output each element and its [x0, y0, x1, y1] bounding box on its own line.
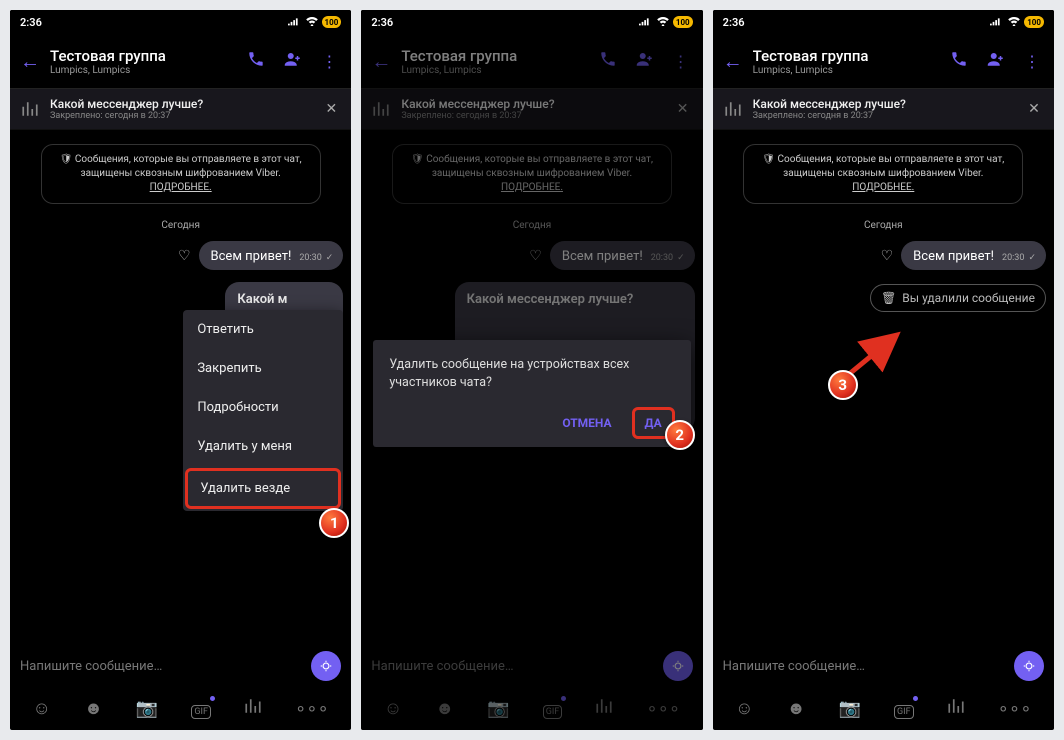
compose-input[interactable]: Напишите сообщение… — [20, 659, 301, 674]
message-time: 20:30 — [299, 253, 321, 263]
callout-3: 3 — [828, 370, 858, 400]
compose-input[interactable]: Напишите сообщение… — [723, 659, 1004, 674]
chat-header: ← Тестовая группа Lumpics, Lumpics ⋮ — [10, 34, 351, 88]
status-right: 100 — [288, 16, 342, 29]
tool-bar: ☺ ☻ 📷 GIF ∘∘∘ — [10, 686, 351, 730]
trash-icon: 🗑 — [881, 291, 896, 305]
encryption-banner[interactable]: 🛡 Сообщения, которые вы отправляете в эт… — [41, 144, 321, 204]
pinned-bar[interactable]: Какой мессенджер лучше? Закреплено: сего… — [10, 88, 351, 130]
poll-icon — [723, 99, 743, 119]
close-icon[interactable]: ✕ — [321, 101, 341, 117]
poll-title: Какой м — [237, 292, 331, 307]
compose-bar: Напишите сообщение… — [10, 646, 351, 686]
pinned-meta: Закреплено: сегодня в 20:37 — [50, 111, 311, 121]
phone-screen-1: 2:36 100 ← Тестовая группа Lumpics, Lump… — [10, 10, 351, 730]
tool-bar: ☺ ☻ 📷 GIF ∘∘∘ — [713, 686, 1054, 730]
message-bubble[interactable]: Всем привет! 20:30 ✓ — [199, 241, 344, 270]
heart-icon[interactable]: ♡ — [178, 248, 191, 264]
poll-tool-icon[interactable] — [947, 697, 965, 720]
more-tools-icon[interactable]: ∘∘∘ — [295, 698, 329, 719]
check-icon: ✓ — [326, 253, 334, 263]
more-icon[interactable]: ⋮ — [321, 52, 337, 71]
camera-icon[interactable]: 📷 — [136, 698, 158, 719]
dialog-cancel-button[interactable]: ОТМЕНА — [552, 410, 621, 436]
chat-header: ← Тестовая группа Lumpics, Lumpics ⋮ — [713, 34, 1054, 88]
message-row: ♡ Всем привет! 20:30 ✓ — [18, 241, 343, 270]
voice-send-button[interactable] — [1014, 651, 1044, 681]
dialog-text: Удалить сообщение на устройствах всех уч… — [389, 356, 674, 391]
message-text: Всем привет! — [211, 249, 292, 264]
context-menu: Ответить Закрепить Подробности Удалить у… — [183, 310, 343, 511]
status-bar: 2:36 100 — [10, 10, 351, 34]
callout-2: 2 — [665, 420, 695, 450]
menu-pin[interactable]: Закрепить — [183, 349, 343, 388]
wifi-icon — [305, 16, 319, 29]
menu-delete-me[interactable]: Удалить у меня — [183, 427, 343, 466]
gif-icon[interactable]: GIF — [191, 698, 211, 719]
add-member-icon[interactable] — [986, 50, 1006, 72]
battery-icon: 100 — [1024, 16, 1044, 28]
poll-icon — [20, 99, 40, 119]
battery-icon: 100 — [322, 16, 342, 28]
compose-bar: Напишите сообщение… — [713, 646, 1054, 686]
pinned-bar[interactable]: Какой мессенджер лучше? Закреплено: сего… — [713, 88, 1054, 130]
back-button[interactable]: ← — [719, 49, 747, 74]
menu-details[interactable]: Подробности — [183, 388, 343, 427]
poll-tool-icon[interactable] — [244, 697, 262, 720]
camera-icon[interactable]: 📷 — [839, 698, 861, 719]
confirm-dialog: Удалить сообщение на устройствах всех уч… — [373, 340, 690, 447]
battery-icon: 100 — [673, 16, 693, 28]
gif-icon[interactable]: GIF — [894, 698, 914, 719]
shield-icon: 🛡 — [762, 154, 777, 165]
emoji-icon[interactable]: ☻ — [787, 698, 806, 719]
call-icon[interactable] — [950, 50, 968, 72]
phone-screen-3: 2:36 100 ← Тестовая группа Lumpics, Lump… — [713, 10, 1054, 730]
message-bubble[interactable]: Всем привет! 20:30 ✓ — [901, 241, 1046, 270]
sticker-icon[interactable]: ☺ — [33, 698, 51, 719]
shield-icon: 🛡 — [60, 154, 75, 165]
encryption-banner[interactable]: 🛡 Сообщения, которые вы отправляете в эт… — [743, 144, 1023, 204]
status-bar: 2:36 100 — [713, 10, 1054, 34]
sticker-icon[interactable]: ☺ — [735, 698, 753, 719]
status-time: 2:36 — [20, 16, 288, 29]
more-icon[interactable]: ⋮ — [1024, 52, 1040, 71]
signal-icon — [639, 16, 653, 29]
close-icon[interactable]: ✕ — [1024, 101, 1044, 117]
emoji-icon[interactable]: ☻ — [84, 698, 103, 719]
deleted-message: 🗑 Вы удалили сообщение — [870, 284, 1046, 312]
signal-icon — [990, 16, 1004, 29]
wifi-icon — [1007, 16, 1021, 29]
check-icon: ✓ — [1028, 253, 1036, 263]
date-separator: Сегодня — [18, 220, 343, 231]
chat-area: 🛡 Сообщения, которые вы отправляете в эт… — [713, 130, 1054, 646]
back-button[interactable]: ← — [16, 49, 44, 74]
wifi-icon — [656, 16, 670, 29]
signal-icon — [288, 16, 302, 29]
pinned-title: Какой мессенджер лучше? — [50, 97, 311, 111]
menu-reply[interactable]: Ответить — [183, 310, 343, 349]
more-tools-icon[interactable]: ∘∘∘ — [998, 698, 1032, 719]
phone-screen-2: 2:36 100 ← Тестовая группа Lumpics, Lump… — [361, 10, 702, 730]
chat-subtitle: Lumpics, Lumpics — [50, 65, 241, 76]
heart-icon[interactable]: ♡ — [881, 248, 894, 264]
chat-title: Тестовая группа — [50, 47, 241, 65]
menu-delete-everywhere[interactable]: Удалить везде — [185, 468, 341, 509]
header-text[interactable]: Тестовая группа Lumpics, Lumpics — [50, 47, 241, 76]
add-member-icon[interactable] — [283, 50, 303, 72]
call-icon[interactable] — [247, 50, 265, 72]
voice-send-button[interactable] — [311, 651, 341, 681]
status-bar: 2:36 100 — [361, 10, 702, 34]
